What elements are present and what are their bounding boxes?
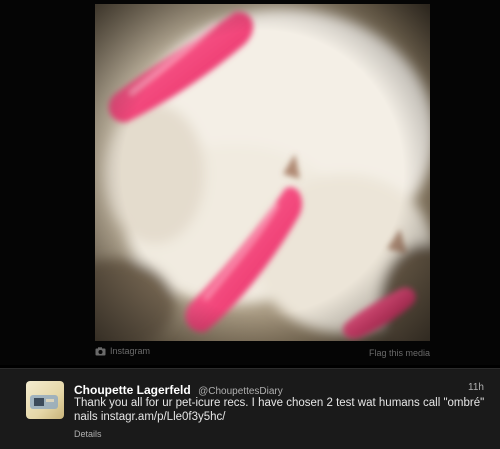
camera-icon	[95, 346, 106, 355]
tweet-text: Thank you all for ur pet-icure recs. I h…	[74, 397, 485, 423]
instagram-label: Instagram	[110, 346, 151, 356]
photo-illustration	[95, 4, 430, 341]
flag-media-link[interactable]: Flag this media	[369, 348, 430, 358]
cat-paw-photo[interactable]	[95, 4, 430, 341]
avatar[interactable]	[26, 381, 64, 419]
media-panel: Instagram Flag this media	[0, 0, 500, 365]
media-meta: Instagram Flag this media	[95, 344, 430, 360]
display-name[interactable]: Choupette Lagerfeld	[74, 383, 191, 397]
instagram-source-link[interactable]: Instagram	[95, 346, 150, 356]
timestamp[interactable]: 11h	[468, 382, 484, 393]
avatar-image	[30, 395, 58, 409]
tweet: Choupette Lagerfeld @ChoupettesDiary 11h…	[0, 368, 500, 449]
details-link[interactable]: Details	[74, 429, 102, 439]
tweet-header: Choupette Lagerfeld @ChoupettesDiary 11h	[74, 381, 490, 397]
